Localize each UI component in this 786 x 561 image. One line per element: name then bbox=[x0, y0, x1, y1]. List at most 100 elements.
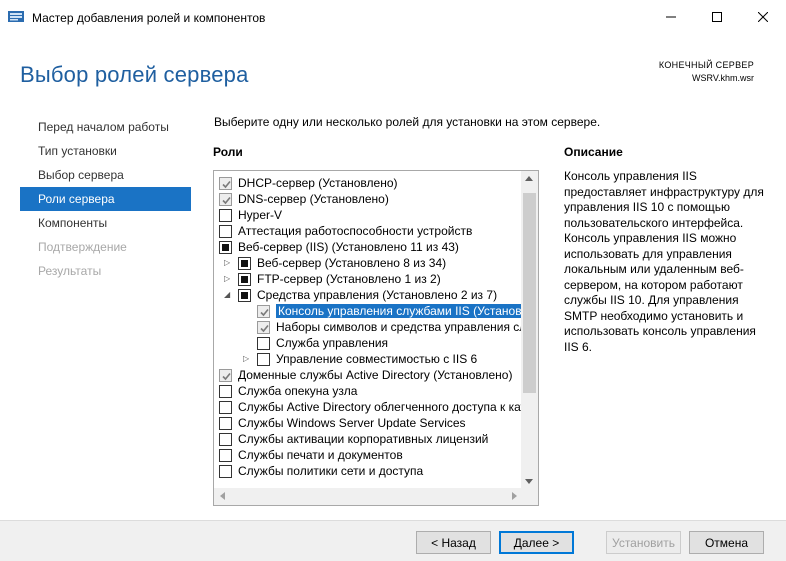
destination-server-name: WSRV.khm.wsr bbox=[691, 73, 754, 83]
description-heading: Описание bbox=[564, 145, 623, 159]
role-item[interactable]: Аттестация работоспособности устройств bbox=[214, 223, 523, 239]
role-checkbox[interactable] bbox=[238, 257, 251, 270]
roles-heading: Роли bbox=[213, 145, 243, 159]
wizard-footer: < Назад Далее > Установить Отмена bbox=[0, 520, 786, 561]
nav-item-5: Подтверждение bbox=[38, 240, 127, 254]
role-label: Аттестация работоспособности устройств bbox=[238, 224, 473, 238]
nav-item-2[interactable]: Выбор сервера bbox=[20, 163, 191, 187]
back-button[interactable]: < Назад bbox=[416, 531, 491, 554]
collapsed-arrow-icon[interactable]: ▷ bbox=[243, 354, 251, 364]
minimize-button[interactable] bbox=[648, 0, 694, 36]
maximize-button[interactable] bbox=[694, 0, 740, 36]
role-label: Службы политики сети и доступа bbox=[238, 464, 424, 478]
role-item[interactable]: ▷ FTP-сервер (Установлено 1 из 2) bbox=[214, 271, 523, 287]
vertical-scroll-thumb[interactable] bbox=[523, 193, 536, 393]
install-button: Установить bbox=[606, 531, 681, 554]
nav-item-3[interactable]: Роли сервера bbox=[20, 187, 191, 211]
role-item[interactable]: Консоль управления службами IIS (Установ… bbox=[214, 303, 538, 319]
title-bar: Мастер добавления ролей и компонентов bbox=[0, 0, 786, 36]
role-checkbox[interactable] bbox=[219, 385, 232, 398]
role-label: Консоль управления службами IIS (Установ… bbox=[276, 304, 538, 318]
scroll-left-icon[interactable] bbox=[220, 492, 225, 500]
role-label: Hyper-V bbox=[238, 208, 283, 222]
role-item[interactable]: Служба опекуна узла bbox=[214, 383, 523, 399]
role-item[interactable]: Службы Active Directory облегченного дос… bbox=[214, 399, 538, 415]
wizard-nav: Перед началом работы Тип установки Выбор с… bbox=[20, 115, 191, 283]
nav-item-4[interactable]: Компоненты bbox=[20, 211, 191, 235]
role-item[interactable]: Службы активации корпоративных лицензий bbox=[214, 431, 523, 447]
next-button[interactable]: Далее > bbox=[499, 531, 574, 554]
role-label: FTP-сервер (Установлено 1 из 2) bbox=[257, 272, 441, 286]
role-label: Службы активации корпоративных лицензий bbox=[238, 432, 489, 446]
role-checkbox[interactable] bbox=[219, 465, 232, 478]
role-label: Управление совместимостью с IIS 6 bbox=[276, 352, 478, 366]
collapsed-arrow-icon[interactable]: ▷ bbox=[224, 274, 232, 284]
cancel-button[interactable]: Отмена bbox=[689, 531, 764, 554]
nav-item-0[interactable]: Перед началом работы bbox=[20, 115, 191, 139]
role-label: Служба опекуна узла bbox=[238, 384, 358, 398]
role-label: Службы печати и документов bbox=[238, 448, 403, 462]
role-item[interactable]: Служба управления bbox=[214, 335, 523, 351]
destination-server-label: КОНЕЧНЫЙ СЕРВЕР bbox=[658, 60, 754, 70]
description-text: Консоль управления IIS предоставляет инф… bbox=[564, 169, 764, 354]
expanded-arrow-icon[interactable]: ◢ bbox=[224, 290, 232, 300]
role-checkbox[interactable] bbox=[257, 321, 270, 334]
role-item[interactable]: Hyper-V bbox=[214, 207, 523, 223]
scroll-right-icon[interactable] bbox=[512, 492, 517, 500]
role-item[interactable]: Службы Windows Server Update Services bbox=[214, 415, 523, 431]
role-checkbox[interactable] bbox=[219, 177, 232, 190]
role-checkbox[interactable] bbox=[257, 353, 270, 366]
page-title: Выбор ролей сервера bbox=[20, 62, 249, 87]
role-label: DHCP-сервер (Установлено) bbox=[238, 176, 398, 190]
role-checkbox[interactable] bbox=[238, 289, 251, 302]
role-checkbox[interactable] bbox=[219, 449, 232, 462]
role-item[interactable]: ◢Веб-сервер (IIS) (Установлено 11 из 43) bbox=[214, 239, 523, 255]
role-item[interactable]: Службы печати и документов bbox=[214, 447, 523, 463]
roles-tree[interactable]: DHCP-сервер (Установлено) DNS-сервер (Уст… bbox=[213, 170, 539, 506]
roles-tree-items: DHCP-сервер (Установлено) DNS-сервер (Уст… bbox=[214, 175, 538, 479]
role-checkbox[interactable] bbox=[219, 193, 232, 206]
role-item[interactable]: ▷ Веб-сервер (Установлено 8 из 34) bbox=[214, 255, 523, 271]
scroll-up-icon[interactable] bbox=[525, 176, 533, 181]
role-label: Веб-сервер (IIS) (Установлено 11 из 43) bbox=[238, 240, 459, 254]
role-checkbox[interactable] bbox=[219, 401, 232, 414]
scroll-corner bbox=[521, 488, 538, 505]
close-icon bbox=[757, 11, 769, 25]
role-item[interactable]: Наборы символов и средства управления сл… bbox=[214, 319, 538, 335]
maximize-icon bbox=[712, 11, 722, 25]
window-title: Мастер добавления ролей и компонентов bbox=[32, 11, 266, 25]
role-label: Средства управления (Установлено 2 из 7) bbox=[257, 288, 498, 302]
vertical-scrollbar[interactable] bbox=[521, 171, 538, 489]
role-label: Службы Active Directory облегченного дос… bbox=[238, 400, 539, 414]
scroll-down-icon[interactable] bbox=[525, 479, 533, 484]
nav-item-1[interactable]: Тип установки bbox=[20, 139, 191, 163]
close-button[interactable] bbox=[740, 0, 786, 36]
role-checkbox[interactable] bbox=[238, 273, 251, 286]
role-item[interactable]: DNS-сервер (Установлено) bbox=[214, 191, 523, 207]
minimize-icon bbox=[666, 11, 676, 25]
role-checkbox[interactable] bbox=[219, 433, 232, 446]
role-checkbox[interactable] bbox=[257, 337, 270, 350]
nav-item-6: Результаты bbox=[38, 264, 102, 278]
role-checkbox[interactable] bbox=[257, 305, 270, 318]
role-item[interactable]: Доменные службы Active Directory (Устано… bbox=[214, 367, 523, 383]
role-checkbox[interactable] bbox=[219, 241, 232, 254]
role-label: Служба управления bbox=[276, 336, 389, 350]
role-checkbox[interactable] bbox=[219, 417, 232, 430]
role-item[interactable]: ▷ Управление совместимостью с IIS 6 bbox=[214, 351, 523, 367]
wizard-header: Выбор ролей сервера КОНЕЧНЫЙ СЕРВЕР WSRV… bbox=[0, 36, 786, 108]
role-label: Службы Windows Server Update Services bbox=[238, 416, 466, 430]
role-item[interactable]: Службы политики сети и доступа bbox=[214, 463, 523, 479]
role-label: DNS-сервер (Установлено) bbox=[238, 192, 389, 206]
instruction-text: Выберите одну или несколько ролей для ус… bbox=[214, 115, 601, 129]
role-checkbox[interactable] bbox=[219, 225, 232, 238]
role-label: Наборы символов и средства управления сл… bbox=[276, 320, 538, 334]
role-label: Веб-сервер (Установлено 8 из 34) bbox=[257, 256, 447, 270]
role-checkbox[interactable] bbox=[219, 369, 232, 382]
horizontal-scrollbar[interactable] bbox=[214, 488, 523, 505]
role-item[interactable]: DHCP-сервер (Установлено) bbox=[214, 175, 523, 191]
collapsed-arrow-icon[interactable]: ▷ bbox=[224, 258, 232, 268]
role-checkbox[interactable] bbox=[219, 209, 232, 222]
server-manager-icon bbox=[8, 10, 24, 24]
role-item[interactable]: ◢ Средства управления (Установлено 2 из 7… bbox=[214, 287, 523, 303]
